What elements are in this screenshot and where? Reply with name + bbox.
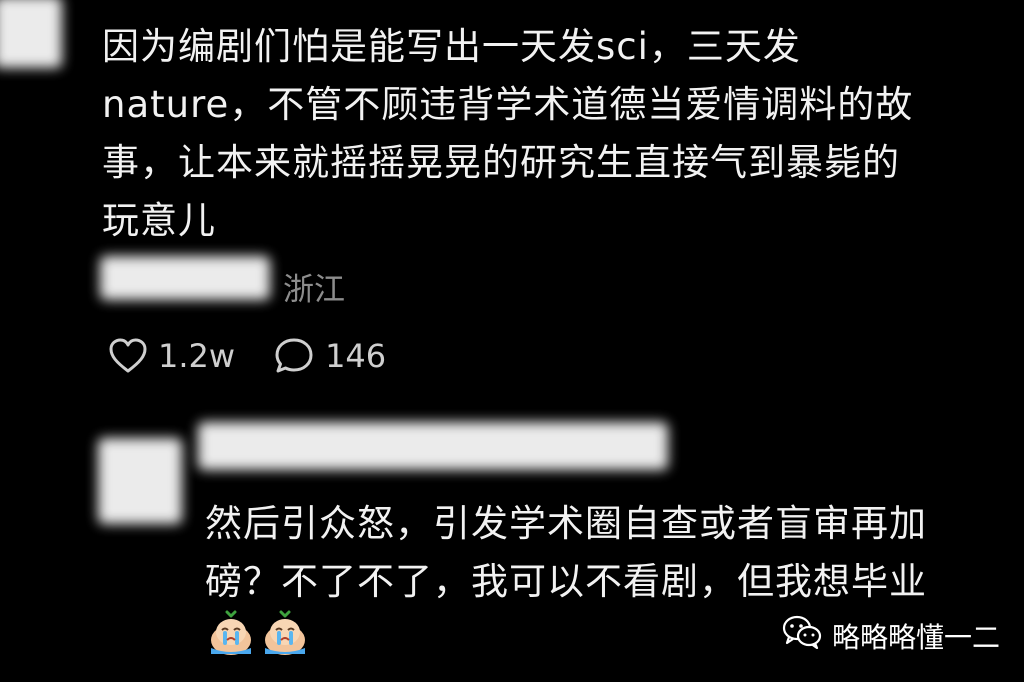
avatar-redacted (0, 0, 62, 68)
wechat-icon (782, 615, 822, 656)
comment-bubble-icon (273, 336, 315, 376)
comment-2-line-2: 磅？不了不了，我可以不看剧，但我想毕业 (205, 560, 927, 603)
heart-icon (108, 337, 148, 375)
comment-1-line-2: nature，不管不顾违背学术道德当爱情调料的故 (102, 83, 914, 126)
watermark-text: 略略略懂一二 (831, 620, 1000, 654)
reply-button[interactable]: 146 (273, 336, 386, 376)
reply-username-redacted (198, 422, 668, 470)
username-redacted (100, 256, 270, 300)
comment-1-line-3: 事，让本来就摇摇晃晃的研究生直接气到暴毙的 (102, 141, 900, 184)
comment-1-line-1: 因为编剧们怕是能写出一天发sci，三天发 (102, 25, 801, 68)
like-button[interactable]: 1.2w (108, 337, 235, 375)
comment-1-location: 浙江 (283, 272, 345, 308)
watermark: 略略略懂一二 (782, 615, 1000, 656)
comment-2-line-1: 然后引众怒，引发学术圈自查或者盲审再加 (205, 502, 927, 545)
comment-1-line-4: 玩意儿 (102, 199, 216, 242)
reply-avatar-redacted (98, 438, 182, 524)
crying-emoji-icon (262, 610, 308, 656)
comment-1-actions: 1.2w 146 (108, 336, 386, 376)
comment-count: 146 (325, 337, 387, 375)
crying-emoji-icon (208, 610, 254, 656)
like-count: 1.2w (158, 337, 236, 375)
